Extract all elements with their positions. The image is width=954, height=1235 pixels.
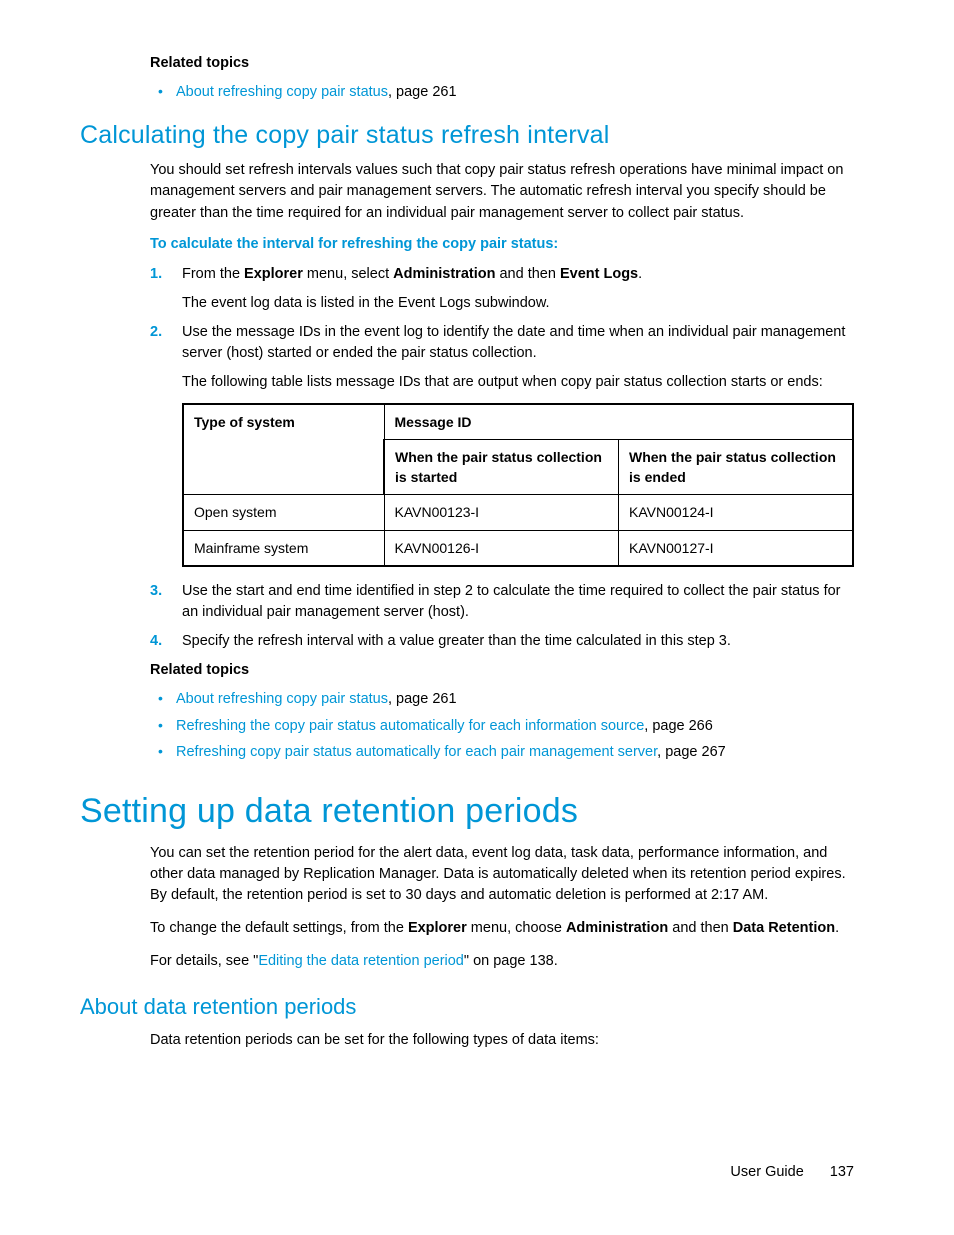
text: .: [835, 920, 839, 936]
step-text: menu, select: [303, 266, 393, 282]
step-text: Use the start and end time identified in…: [182, 583, 841, 620]
sub-heading-about-retention: About data retention periods: [80, 994, 854, 1020]
intro-paragraph: You should set refresh intervals values …: [150, 160, 854, 223]
step-item: From the Explorer menu, select Administr…: [150, 264, 854, 314]
cell-start: KAVN00123-I: [384, 495, 619, 530]
related-topic-item: About refreshing copy pair status, page …: [150, 688, 854, 710]
related-topics-list: About refreshing copy pair status, page …: [150, 688, 854, 763]
text: menu, choose: [467, 920, 566, 936]
table-row: Open system KAVN00123-I KAVN00124-I: [183, 495, 853, 530]
step-sub: The following table lists message IDs th…: [182, 372, 854, 393]
related-topic-item: About refreshing copy pair status, page …: [150, 81, 854, 103]
step-sub: The event log data is listed in the Even…: [182, 293, 854, 314]
related-suffix: , page 267: [657, 744, 726, 760]
section-heading-calculating: Calculating the copy pair status refresh…: [80, 121, 854, 150]
th-start: When the pair status collection is start…: [384, 439, 619, 495]
related-topics-heading: Related topics: [150, 662, 854, 678]
cell-type: Open system: [183, 495, 384, 530]
th-msgid: Message ID: [384, 404, 853, 440]
about-retention-paragraph: Data retention periods can be set for th…: [150, 1030, 854, 1051]
related-topic-item: Refreshing copy pair status automaticall…: [150, 741, 854, 763]
related-link[interactable]: About refreshing copy pair status: [176, 84, 388, 100]
step-text: .: [638, 266, 642, 282]
cell-end: KAVN00127-I: [619, 530, 854, 566]
steps-list: From the Explorer menu, select Administr…: [150, 264, 854, 653]
message-id-table: Type of system Message ID When the pair …: [182, 403, 854, 567]
step-text: and then: [495, 266, 560, 282]
section-heading-retention: Setting up data retention periods: [80, 792, 854, 831]
related-suffix: , page 261: [388, 691, 457, 707]
bold: Administration: [566, 920, 668, 936]
related-suffix: , page 261: [388, 84, 457, 100]
table-row: Mainframe system KAVN00126-I KAVN00127-I: [183, 530, 853, 566]
step-item: Use the start and end time identified in…: [150, 581, 854, 623]
th-type: Type of system: [183, 404, 384, 495]
related-link[interactable]: About refreshing copy pair status: [176, 691, 388, 707]
related-link[interactable]: Refreshing the copy pair status automati…: [176, 718, 644, 734]
step-bold: Event Logs: [560, 266, 638, 282]
related-topics-list: About refreshing copy pair status, page …: [150, 81, 854, 103]
step-bold: Explorer: [244, 266, 303, 282]
inline-link[interactable]: Editing the data retention period: [258, 953, 464, 969]
related-suffix: , page 266: [644, 718, 713, 734]
instruction-heading: To calculate the interval for refreshing…: [150, 236, 854, 252]
related-topic-item: Refreshing the copy pair status automati…: [150, 715, 854, 737]
text: To change the default settings, from the: [150, 920, 408, 936]
page-number: 137: [830, 1164, 854, 1180]
step-text: Use the message IDs in the event log to …: [182, 324, 845, 361]
text: " on page 138.: [464, 953, 558, 969]
related-topics-heading: Related topics: [150, 55, 854, 71]
page-footer: User Guide 137: [730, 1164, 854, 1180]
th-end: When the pair status collection is ended: [619, 439, 854, 495]
cell-end: KAVN00124-I: [619, 495, 854, 530]
step-text: From the: [182, 266, 244, 282]
bold: Data Retention: [733, 920, 835, 936]
step-text: Specify the refresh interval with a valu…: [182, 633, 731, 649]
bold: Explorer: [408, 920, 467, 936]
step-item: Use the message IDs in the event log to …: [150, 322, 854, 568]
step-bold: Administration: [393, 266, 495, 282]
retention-paragraph: You can set the retention period for the…: [150, 843, 854, 906]
cell-type: Mainframe system: [183, 530, 384, 566]
retention-paragraph: For details, see "Editing the data reten…: [150, 951, 854, 972]
cell-start: KAVN00126-I: [384, 530, 619, 566]
retention-paragraph: To change the default settings, from the…: [150, 918, 854, 939]
step-item: Specify the refresh interval with a valu…: [150, 631, 854, 652]
text: For details, see ": [150, 953, 258, 969]
text: and then: [668, 920, 733, 936]
related-link[interactable]: Refreshing copy pair status automaticall…: [176, 744, 657, 760]
footer-label: User Guide: [730, 1164, 803, 1180]
